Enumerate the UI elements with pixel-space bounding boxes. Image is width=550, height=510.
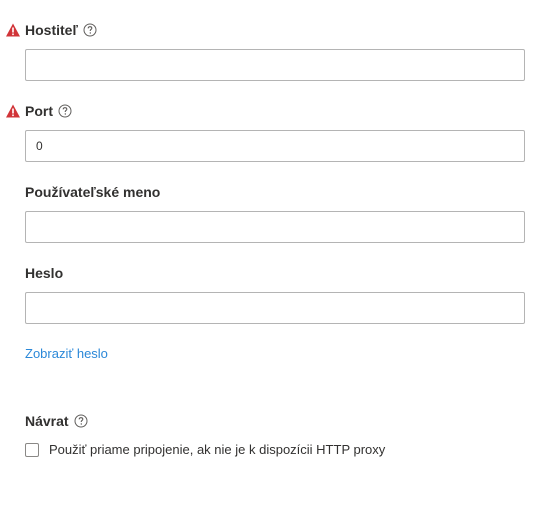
password-label: Heslo <box>25 265 64 281</box>
direct-connection-checkbox[interactable] <box>25 442 39 457</box>
port-input[interactable] <box>25 130 525 162</box>
password-label-row: Heslo <box>25 264 63 282</box>
host-label-row: Hostiteľ <box>25 21 97 39</box>
fallback-label-row: Návrat <box>25 412 88 430</box>
help-icon[interactable] <box>74 414 88 428</box>
warning-triangle-icon <box>6 23 20 37</box>
username-label: Používateľské meno <box>25 184 161 200</box>
show-password-link[interactable]: Zobraziť heslo <box>25 346 108 361</box>
port-label-row: Port <box>25 102 72 120</box>
warning-triangle-icon <box>6 104 20 118</box>
password-input[interactable] <box>25 292 525 324</box>
direct-connection-option[interactable]: Použiť priame pripojenie, ak nie je k di… <box>25 442 385 457</box>
help-icon[interactable] <box>58 104 72 118</box>
fallback-label: Návrat <box>25 413 69 429</box>
help-icon[interactable] <box>83 23 97 37</box>
host-input[interactable] <box>25 49 525 81</box>
direct-connection-label: Použiť priame pripojenie, ak nie je k di… <box>49 442 386 457</box>
host-label: Hostiteľ <box>25 22 78 38</box>
username-label-row: Používateľské meno <box>25 183 160 201</box>
port-label: Port <box>25 103 53 119</box>
username-input[interactable] <box>25 211 525 243</box>
